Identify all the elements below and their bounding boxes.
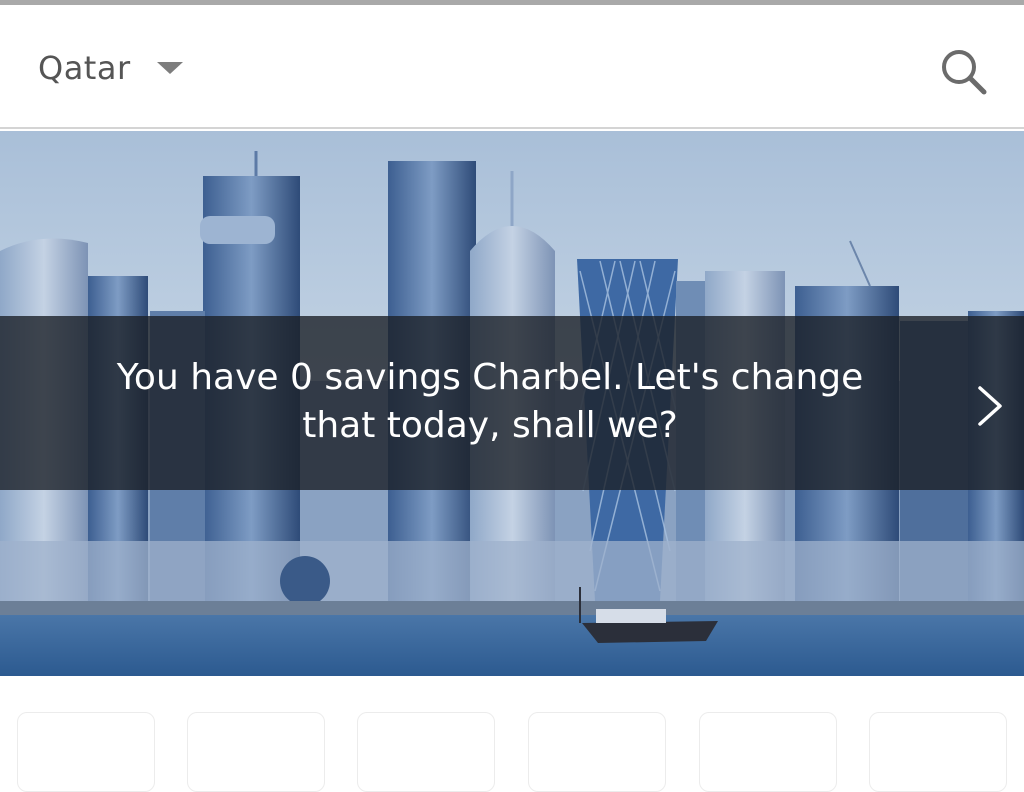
savings-message: You have 0 savings Charbel. Let's change… bbox=[116, 357, 864, 446]
savings-banner[interactable]: You have 0 savings Charbel. Let's change… bbox=[0, 316, 1024, 490]
country-label: Qatar bbox=[38, 49, 131, 87]
category-card[interactable] bbox=[528, 712, 666, 792]
category-card[interactable] bbox=[187, 712, 325, 792]
search-button[interactable] bbox=[936, 45, 992, 101]
cards-row bbox=[0, 712, 1024, 792]
chevron-right-icon[interactable] bbox=[974, 382, 1006, 430]
category-card[interactable] bbox=[869, 712, 1007, 792]
category-card[interactable] bbox=[17, 712, 155, 792]
country-selector[interactable]: Qatar bbox=[38, 43, 183, 93]
category-card[interactable] bbox=[699, 712, 837, 792]
app-header: Qatar bbox=[0, 5, 1024, 129]
hero-image: You have 0 savings Charbel. Let's change… bbox=[0, 131, 1024, 676]
caret-down-icon bbox=[156, 62, 183, 74]
category-card[interactable] bbox=[357, 712, 495, 792]
search-icon bbox=[942, 50, 987, 95]
